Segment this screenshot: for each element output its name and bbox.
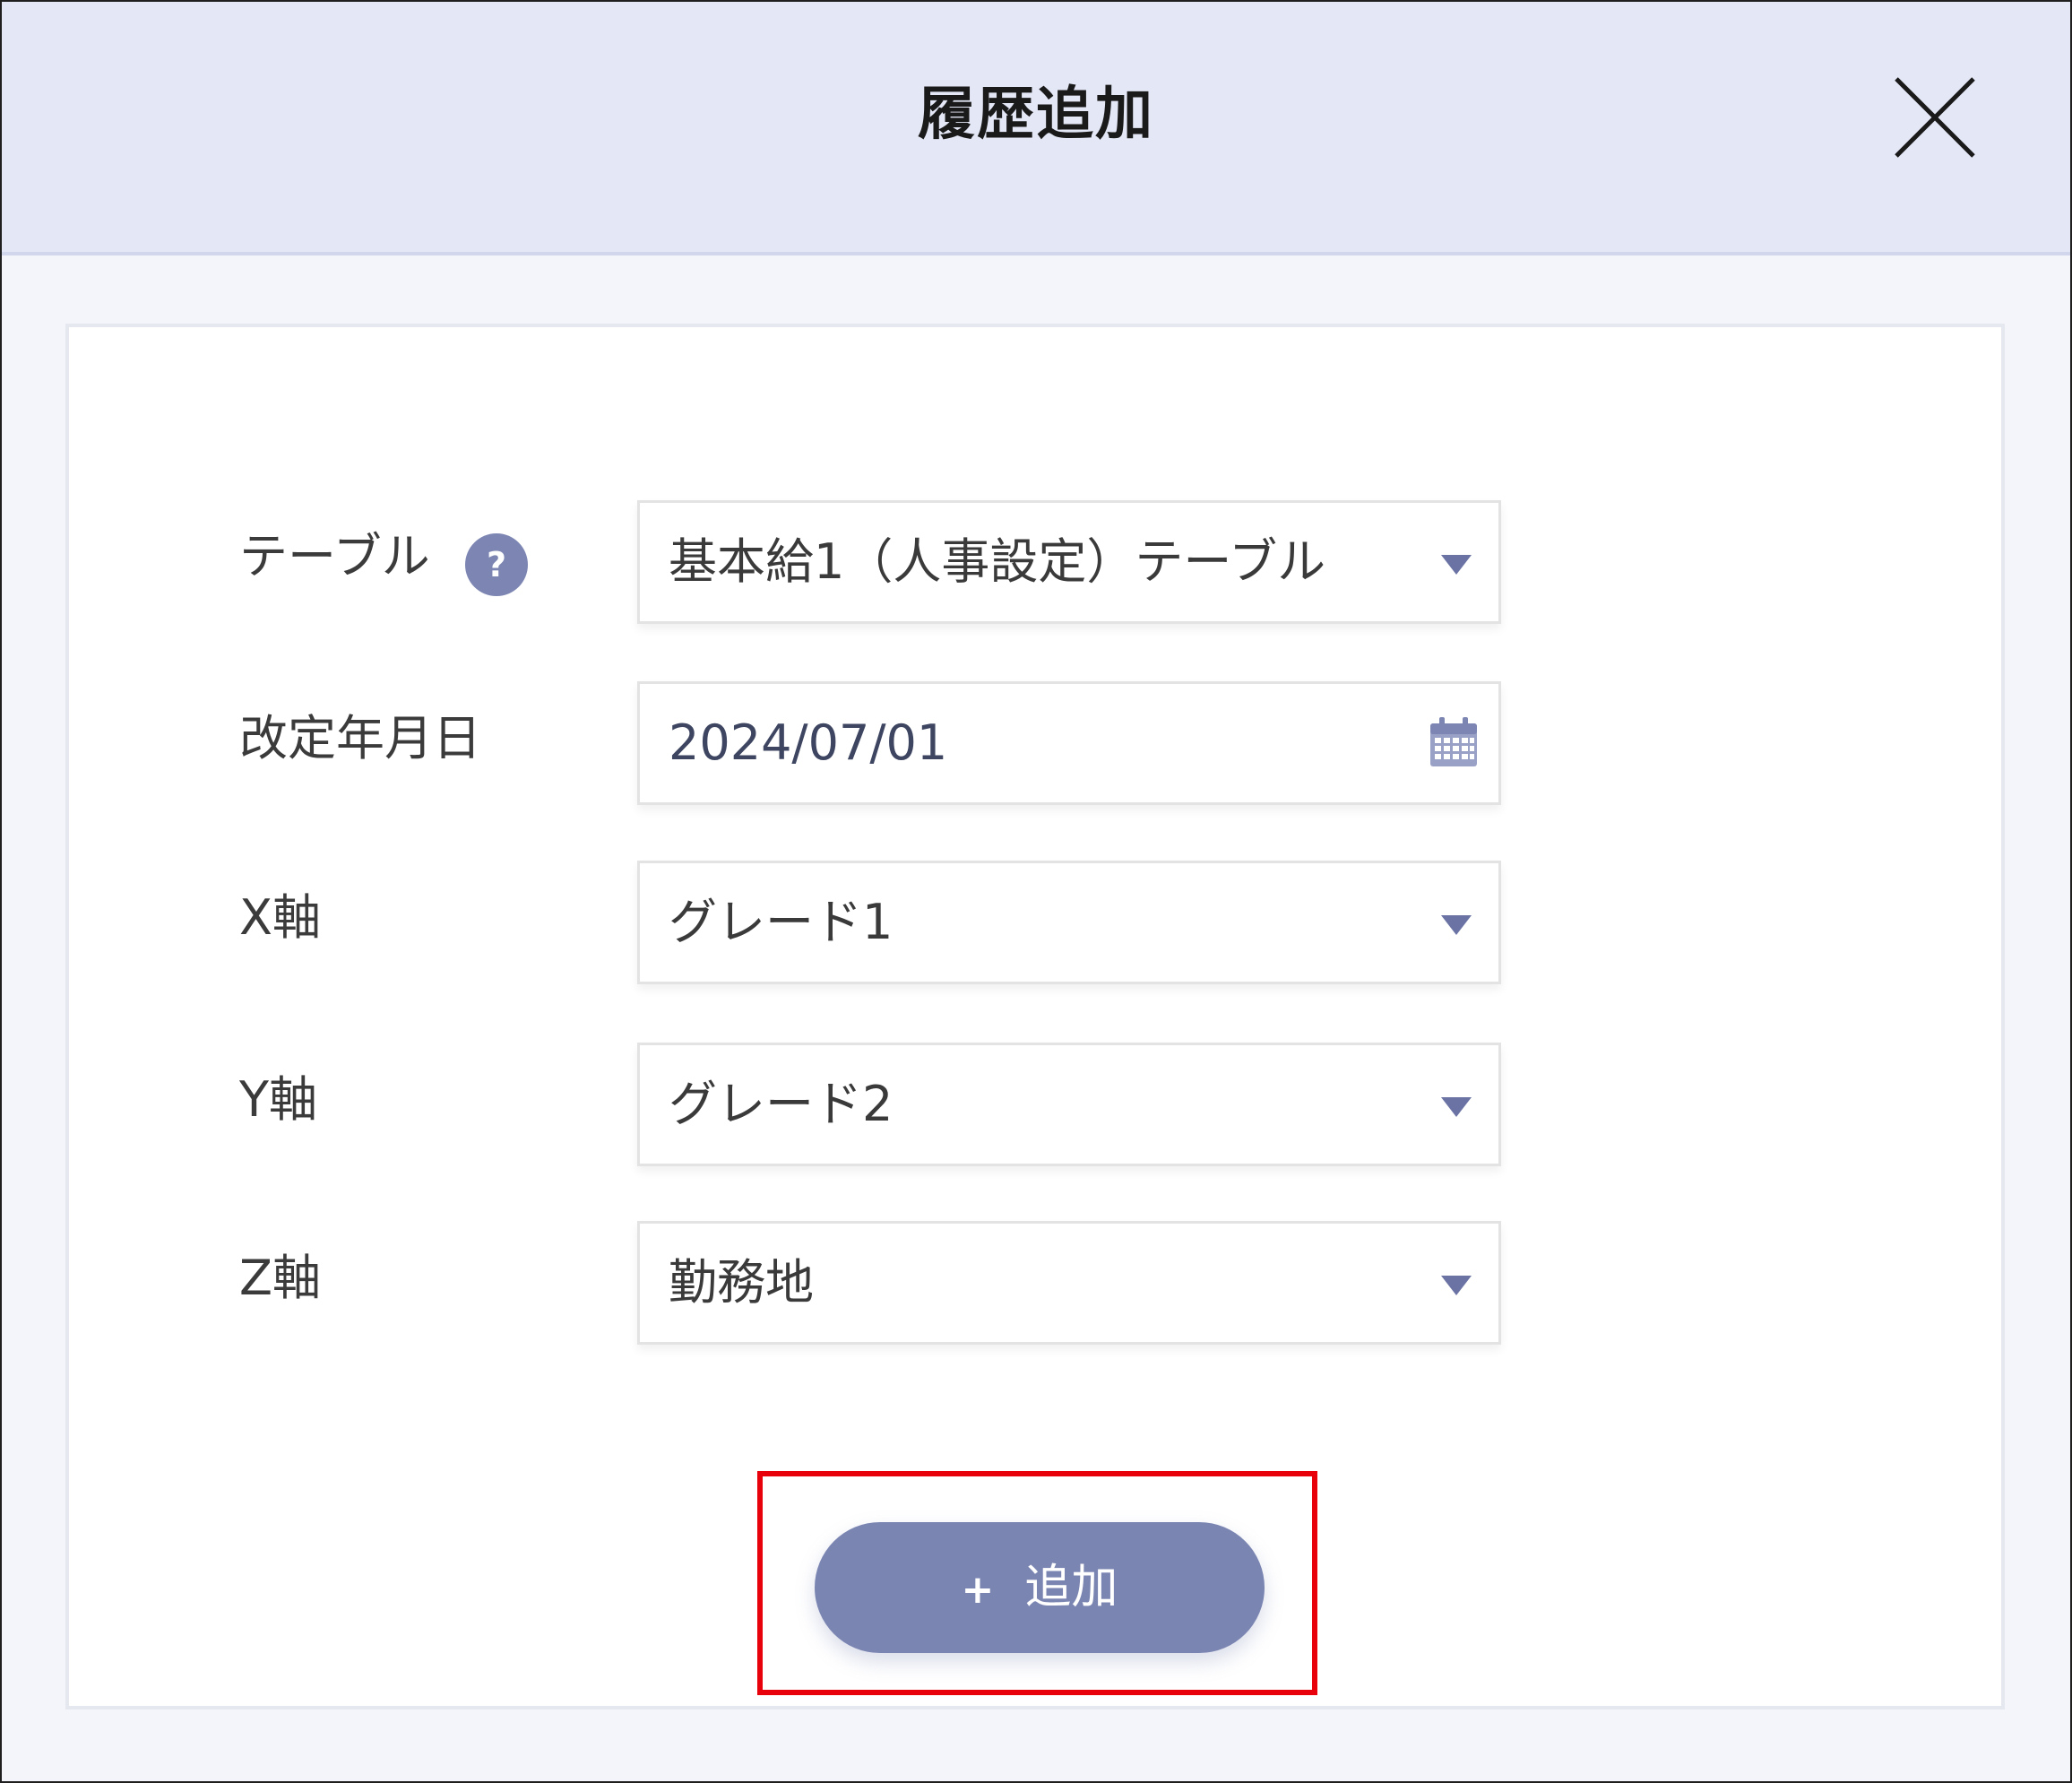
y-axis-label: Y軸 xyxy=(239,1071,317,1128)
z-axis-select[interactable]: 勤務地 xyxy=(637,1221,1501,1345)
dialog-header: 履歴追加 xyxy=(2,2,2070,255)
revision-date-value: 2024/07/01 xyxy=(669,714,948,771)
calendar-icon[interactable] xyxy=(1429,716,1479,768)
chevron-down-icon xyxy=(1441,915,1472,935)
table-select-value: 基本給1（人事設定）テーブル xyxy=(669,533,1326,590)
x-axis-label: X軸 xyxy=(239,889,321,946)
z-axis-label: Z軸 xyxy=(239,1250,321,1306)
x-axis-select[interactable]: グレード1 xyxy=(637,861,1501,984)
close-icon[interactable] xyxy=(1893,75,1977,160)
z-axis-select-value: 勤務地 xyxy=(669,1254,814,1311)
chevron-down-icon xyxy=(1441,555,1472,575)
form-panel: テーブル ? 基本給1（人事設定）テーブル 改定年月日 2024/07/01 X… xyxy=(65,324,2005,1709)
table-label: テーブル xyxy=(239,528,430,584)
chevron-down-icon xyxy=(1441,1097,1472,1117)
plus-icon: + xyxy=(961,1567,995,1613)
revision-date-label: 改定年月日 xyxy=(239,710,481,766)
y-axis-select-value: グレード2 xyxy=(669,1076,894,1132)
add-button-label: 追加 xyxy=(1024,1561,1118,1614)
question-icon[interactable]: ? xyxy=(465,533,528,596)
y-axis-select[interactable]: グレード2 xyxy=(637,1043,1501,1166)
x-axis-select-value: グレード1 xyxy=(669,894,894,950)
chevron-down-icon xyxy=(1441,1276,1472,1295)
add-button[interactable]: + 追加 xyxy=(815,1522,1265,1653)
table-select[interactable]: 基本給1（人事設定）テーブル xyxy=(637,500,1501,624)
dialog-title: 履歴追加 xyxy=(918,82,1154,148)
revision-date-input[interactable]: 2024/07/01 xyxy=(637,681,1501,805)
history-add-dialog: 履歴追加 テーブル ? 基本給1（人事設定）テーブル 改定年月日 2024/07… xyxy=(0,0,2072,1783)
